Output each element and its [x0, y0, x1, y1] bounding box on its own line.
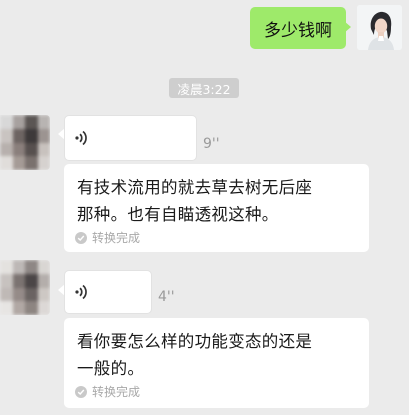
voice-duration: 4'': [158, 289, 175, 305]
conversion-status: 转换完成: [75, 383, 140, 400]
voice-wave-icon: [75, 284, 87, 300]
transcription-line: 看你要怎么样的功能变态的还是: [77, 332, 313, 351]
conversion-status: 转换完成: [75, 229, 140, 246]
check-circle-icon: [75, 385, 87, 398]
contact-avatar[interactable]: [0, 115, 50, 170]
transcription-card[interactable]: 看你要怎么样的功能变态的还是 一般的。 转换完成: [64, 318, 369, 408]
voice-duration: 9'': [203, 136, 220, 152]
transcription-text: 看你要怎么样的功能变态的还是 一般的。: [77, 328, 359, 382]
blurred-avatar-image: [0, 115, 50, 170]
timestamp-pill: 凌晨3:22: [169, 78, 239, 98]
voice-message-bubble[interactable]: [64, 115, 197, 161]
transcription-line: 一般的。: [77, 359, 145, 378]
voice-message-bubble[interactable]: [64, 270, 152, 314]
conversion-status-text: 转换完成: [92, 385, 141, 399]
transcription-card[interactable]: 有技术流用的就去草去树无后座 那种。也有自瞄透视这种。 转换完成: [64, 164, 369, 252]
outgoing-message-bubble[interactable]: 多少钱啊: [250, 7, 346, 49]
blurred-avatar-image: [0, 260, 50, 315]
self-avatar-image: [357, 5, 402, 50]
timestamp-text: 凌晨3:22: [177, 81, 231, 97]
transcription-text: 有技术流用的就去草去树无后座 那种。也有自瞄透视这种。: [77, 174, 359, 228]
check-circle-icon: [75, 231, 87, 244]
self-avatar[interactable]: [357, 5, 402, 50]
outgoing-message-text: 多少钱啊: [264, 20, 332, 41]
transcription-line: 那种。也有自瞄透视这种。: [77, 205, 279, 224]
conversion-status-text: 转换完成: [92, 231, 141, 245]
contact-avatar[interactable]: [0, 260, 50, 315]
voice-wave-icon: [75, 130, 87, 146]
outgoing-bubble-tail: [344, 21, 351, 33]
transcription-line: 有技术流用的就去草去树无后座: [77, 178, 313, 197]
